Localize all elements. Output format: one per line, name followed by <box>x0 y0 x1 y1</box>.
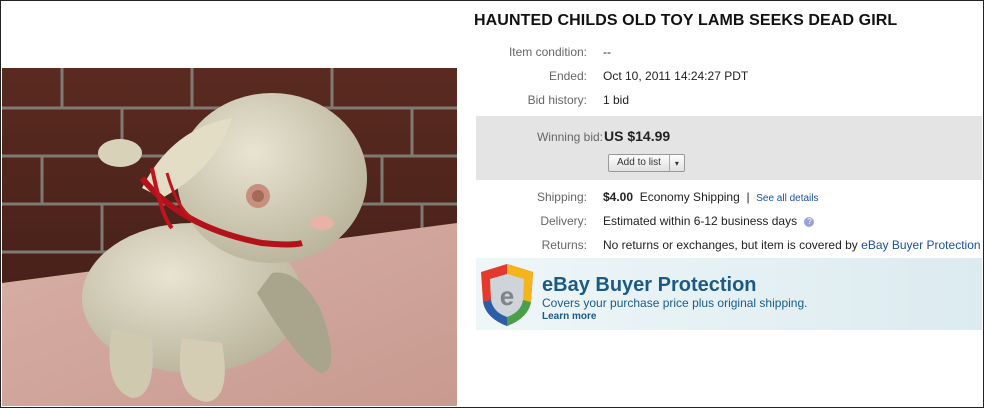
question-circle-icon[interactable]: ? <box>804 217 815 227</box>
ended-label: Ended: <box>548 69 587 83</box>
bid-history-link[interactable]: 1 bid <box>603 93 629 107</box>
item-photo[interactable] <box>2 68 457 406</box>
delivery-value: Estimated within 6-12 business days ? <box>603 214 815 228</box>
winning-bid-label: Winning bid: <box>536 130 603 144</box>
shipping-row: Shipping: $4.00 Economy Shipping | See a… <box>458 190 982 210</box>
protection-subtitle: Covers your purchase price plus original… <box>542 296 808 310</box>
shipping-label: Shipping: <box>536 190 587 204</box>
shipping-value: $4.00 Economy Shipping | See all details <box>603 190 819 204</box>
listing-title: HAUNTED CHILDS OLD TOY LAMB SEEKS DEAD G… <box>474 12 898 29</box>
listing-details: HAUNTED CHILDS OLD TOY LAMB SEEKS DEAD G… <box>458 0 982 406</box>
add-to-list-button[interactable]: Add to list ▾ <box>608 154 685 172</box>
winning-bid-box: Winning bid: US $14.99 Add to list ▾ <box>476 116 982 180</box>
buyer-protection-link[interactable]: eBay Buyer Protection <box>861 238 980 252</box>
winning-bid-price: US $14.99 <box>604 128 671 144</box>
returns-label: Returns: <box>541 238 587 252</box>
returns-row: Returns: No returns or exchanges, but it… <box>458 238 982 258</box>
protection-title: eBay Buyer Protection <box>542 274 757 296</box>
chevron-down-icon[interactable]: ▾ <box>670 159 684 168</box>
lamb-toy-image <box>2 68 457 406</box>
returns-value: No returns or exchanges, but item is cov… <box>603 238 981 252</box>
ended-value: Oct 10, 2011 14:24:27 PDT <box>603 69 749 83</box>
shield-letter: e <box>500 281 514 311</box>
shipping-cost: $4.00 <box>603 190 634 204</box>
add-to-list-label[interactable]: Add to list <box>609 155 670 171</box>
learn-more-link[interactable]: Learn more <box>542 311 596 322</box>
delivery-label: Delivery: <box>540 214 587 228</box>
buyer-protection-banner[interactable]: e eBay Buyer Protection Covers your purc… <box>476 258 982 330</box>
shipping-separator: | <box>746 190 750 204</box>
ebay-shield-icon: e <box>481 264 533 326</box>
item-condition-value: -- <box>603 45 611 59</box>
delivery-row: Delivery: Estimated within 6-12 business… <box>458 214 982 234</box>
shipping-method: Economy Shipping <box>639 190 740 204</box>
ended-row: Ended: Oct 10, 2011 14:24:27 PDT <box>458 69 982 89</box>
bid-history-row: Bid history: 1 bid <box>458 93 982 113</box>
delivery-estimate: Estimated within 6-12 business days <box>603 214 798 228</box>
bid-history-label: Bid history: <box>527 93 587 107</box>
item-condition-label: Item condition: <box>508 45 587 59</box>
see-all-details-link[interactable]: See all details <box>756 193 818 204</box>
item-condition-row: Item condition: -- <box>458 45 982 65</box>
returns-policy: No returns or exchanges, but item is cov… <box>603 238 858 252</box>
